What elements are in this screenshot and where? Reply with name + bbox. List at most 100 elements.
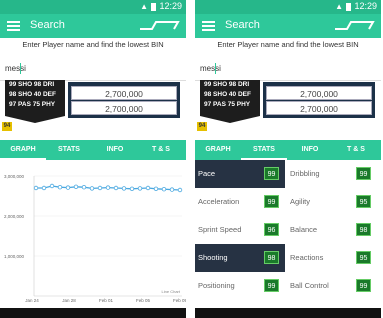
stat-row: Sprint Speed 96 Balance 98 [195,216,381,244]
stat-cell: Reactions 95 [287,244,377,272]
price-box: 2,700,000 2,700,000 [68,82,180,118]
clock: 12:29 [159,1,182,11]
y-tick-label: 1,000,000 [4,254,25,259]
card-stat-line: 99 SHO 98 DRI [204,81,250,88]
stat-value-badge: 99 [264,195,279,208]
player-card[interactable]: 99 SHO 98 DRI 98 SHO 40 DEF 97 PAS 75 PH… [200,80,260,116]
tab-info[interactable]: INFO [92,140,138,160]
data-point [113,185,119,191]
stat-label: Ball Control [290,281,329,290]
search-input[interactable]: messi [0,58,186,81]
y-tick-label: 2,000,000 [4,214,25,219]
tab-graph[interactable]: GRAPH [0,140,46,160]
stat-value-badge: 99 [264,167,279,180]
tab-stats[interactable]: STATS [46,140,92,160]
data-point [49,183,55,189]
stat-cell: Pace 99 [195,160,285,188]
text-cursor [215,63,216,74]
search-value: messi [200,64,221,73]
search-value: messi [5,64,26,73]
card-stat-line: 98 SHO 40 DEF [204,91,251,98]
data-point [129,186,135,191]
data-point [33,185,39,191]
stat-value-badge: 95 [356,195,371,208]
app-title: Search [225,19,260,31]
stat-label: Shooting [198,253,228,262]
tab-ts[interactable]: T & S [138,140,184,160]
stat-label: Agility [290,197,311,206]
futhead-logo-icon [335,21,375,30]
stat-value-badge: 99 [356,167,371,180]
stat-value-badge: 98 [264,251,279,264]
stat-value-badge: 99 [356,279,371,292]
status-bar: ▲ 12:29 [195,0,381,14]
signal-icon: ▲ [335,2,343,11]
card-stat-line: 98 SHO 40 DEF [9,91,56,98]
tab-bar: GRAPH STATS INFO T & S [195,140,381,160]
data-point [97,185,103,191]
card-stat-line: 97 PAS 75 PHY [204,101,251,108]
stat-cell: Sprint Speed 96 [195,216,285,244]
status-bar: ▲ 12:29 [0,0,186,14]
stat-cell: Ball Control 99 [287,272,377,300]
stat-label: Dribbling [290,169,320,178]
menu-icon[interactable] [202,21,215,31]
data-point [57,185,63,190]
stat-cell: Balance 98 [287,216,377,244]
data-point [145,185,151,191]
text-cursor [20,63,21,74]
android-nav-bar [0,308,186,318]
tab-ts[interactable]: T & S [333,140,379,160]
data-point [105,185,111,190]
stat-row: Shooting 98 Reactions 95 [195,244,381,272]
stat-row: Acceleration 99 Agility 95 [195,188,381,216]
stat-label: Positioning [198,281,235,290]
stat-label: Pace [198,169,216,178]
y-tick-label: 3,000,000 [4,174,25,179]
futhead-logo-icon [140,21,180,30]
player-card[interactable]: 99 SHO 98 DRI 98 SHO 40 DEF 97 PAS 75 PH… [5,80,65,116]
tab-graph[interactable]: GRAPH [195,140,241,160]
price-field: 2,700,000 [266,101,372,115]
data-point [161,187,167,192]
android-nav-bar [195,308,381,318]
price-box: 2,700,000 2,700,000 [263,82,375,118]
graph-screen: ▲ 12:29 Search Enter Player name and fin… [0,0,186,318]
data-point [169,187,175,192]
price-field: 2,700,000 [266,86,372,100]
data-point [41,185,47,191]
stats-grid: Pace 99 Dribbling 99 Acceleration 99 Agility 95… [195,160,381,310]
stat-cell: Shooting 98 [195,244,285,272]
data-point [65,185,71,190]
search-hint: Enter Player name and find the lowest BI… [22,40,164,49]
stat-value-badge: 99 [264,279,279,292]
price-field: 2,700,000 [71,86,177,100]
data-point [73,184,79,189]
data-point [137,186,143,191]
stat-row: Pace 99 Dribbling 99 [195,160,381,188]
stats-screen: ▲ 12:29 Search Enter Player name and fin… [195,0,381,318]
card-stat-line: 99 SHO 98 DRI [9,81,55,88]
x-tick-label: Feb 09 [173,298,186,303]
rating-badge: 94 [2,122,12,131]
search-input[interactable]: messi [195,58,381,81]
tab-info[interactable]: INFO [287,140,333,160]
stat-label: Acceleration [198,197,240,206]
price-field: 2,700,000 [71,101,177,115]
app-bar: Search [195,14,381,38]
price-line-chart: 3,000,000 2,000,000 1,000,000 Jan 24 Jan 28 F… [0,160,186,310]
x-tick-label: Jan 24 [25,298,39,303]
tab-bar: GRAPH STATS INFO T & S [0,140,186,160]
menu-icon[interactable] [7,21,20,31]
battery-icon [346,3,351,11]
search-hint: Enter Player name and find the lowest BI… [217,40,359,49]
divider [186,0,195,318]
clock: 12:29 [354,1,377,11]
app-title: Search [30,19,65,31]
rating-badge: 94 [197,122,207,131]
stat-label: Sprint Speed [198,225,242,234]
stat-cell: Acceleration 99 [195,188,285,216]
tab-stats[interactable]: STATS [241,140,287,160]
stat-value-badge: 95 [356,251,371,264]
battery-icon [151,3,156,11]
